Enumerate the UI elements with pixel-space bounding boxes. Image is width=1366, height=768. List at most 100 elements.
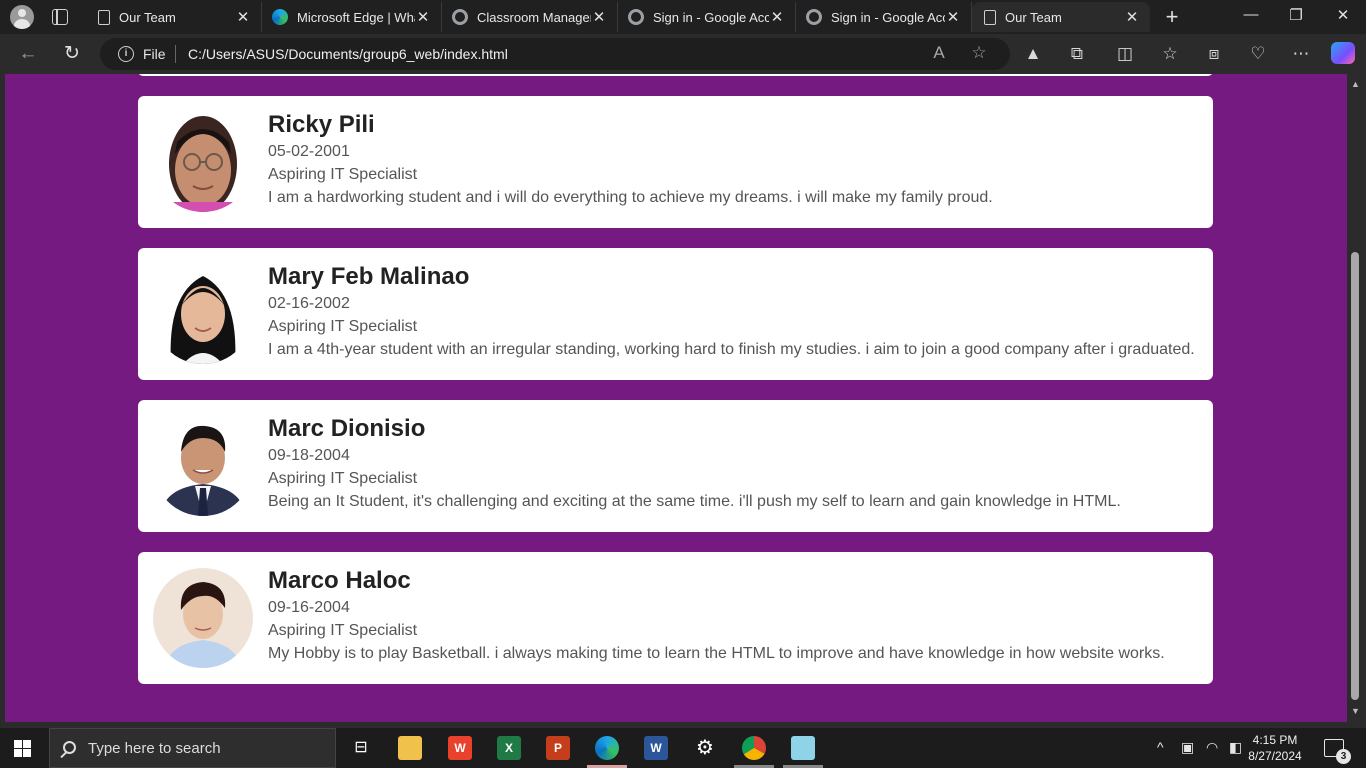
member-name: Ricky Pili: [268, 111, 375, 138]
favorites-icon[interactable]: ☆: [1158, 42, 1182, 66]
member-bio: I am a hardworking student and i will do…: [268, 189, 993, 206]
close-tab-icon[interactable]: ✕: [235, 8, 251, 26]
profile-avatar-icon[interactable]: [10, 5, 34, 29]
member-name: Marco Haloc: [268, 567, 411, 594]
member-info: Marc Dionisio 09-18-2004 Aspiring IT Spe…: [268, 414, 1121, 513]
clock-date: 8/27/2024: [1248, 749, 1302, 763]
minimize-icon[interactable]: —: [1228, 6, 1274, 23]
tab-sign-in-google-1[interactable]: Sign in - Google Acco ✕: [618, 2, 796, 32]
restore-icon[interactable]: ❐: [1273, 6, 1319, 24]
excel-icon[interactable]: X: [497, 736, 521, 760]
member-card: Marc Dionisio 09-18-2004 Aspiring IT Spe…: [138, 400, 1213, 532]
member-birthdate: 02-16-2002: [268, 295, 350, 312]
refresh-icon[interactable]: ↻: [60, 42, 84, 66]
tab-our-team-active[interactable]: Our Team ✕: [972, 2, 1150, 32]
clock-time: 4:15 PM: [1252, 733, 1298, 747]
member-name: Mary Feb Malinao: [268, 263, 470, 290]
member-info: Ricky Pili 05-02-2001 Aspiring IT Specia…: [268, 110, 993, 209]
notepad-app-icon[interactable]: [791, 736, 815, 760]
system-clock[interactable]: 4:15 PM 8/27/2024: [1240, 732, 1310, 764]
tab-microsoft-edge[interactable]: Microsoft Edge | What ✕: [262, 2, 442, 32]
document-icon: [984, 9, 996, 25]
address-bar[interactable]: i File C:/Users/ASUS/Documents/group6_we…: [100, 38, 1010, 70]
wps-office-icon[interactable]: W: [448, 736, 472, 760]
extension-triangle-icon[interactable]: ▲: [1021, 42, 1045, 66]
tab-title: Our Team: [119, 9, 176, 25]
wifi-icon[interactable]: ◠: [1206, 739, 1218, 756]
file-scheme-label[interactable]: File: [143, 46, 166, 62]
member-bio: Being an It Student, it's challenging an…: [268, 493, 1121, 510]
task-view-icon[interactable]: ⊟: [349, 736, 373, 760]
member-name: Marc Dionisio: [268, 415, 426, 442]
collections-icon[interactable]: ⧈: [1202, 42, 1226, 66]
edge-icon: [272, 9, 288, 25]
favorite-star-icon[interactable]: ☆: [968, 43, 990, 63]
meet-now-icon[interactable]: ▣: [1181, 739, 1194, 756]
new-tab-icon[interactable]: +: [1160, 6, 1184, 28]
close-tab-icon[interactable]: ✕: [769, 8, 785, 26]
read-aloud-icon[interactable]: A: [928, 43, 950, 63]
extensions-puzzle-icon[interactable]: ⧉: [1065, 42, 1089, 66]
member-info: Marco Haloc 09-16-2004 Aspiring IT Speci…: [268, 566, 1165, 665]
taskbar: Type here to search ⊟ W X P W ⚙ ^ ▣ ◠ ◧ …: [0, 728, 1366, 768]
page-viewport: Ricky Pili 05-02-2001 Aspiring IT Specia…: [0, 74, 1366, 728]
navigation-bar: ← ↻ i File C:/Users/ASUS/Documents/group…: [0, 34, 1366, 74]
member-role: Aspiring IT Specialist: [268, 166, 418, 183]
member-birthdate: 05-02-2001: [268, 143, 350, 160]
copilot-icon[interactable]: [1331, 42, 1355, 64]
search-icon: [63, 741, 76, 754]
more-menu-icon[interactable]: ⋯: [1289, 42, 1313, 66]
member-birthdate: 09-16-2004: [268, 599, 350, 616]
close-tab-icon[interactable]: ✕: [1124, 8, 1140, 26]
member-card: Ricky Pili 05-02-2001 Aspiring IT Specia…: [138, 96, 1213, 228]
show-hidden-icons-chevron-icon[interactable]: ^: [1157, 739, 1164, 755]
tab-sign-in-google-2[interactable]: Sign in - Google Acco ✕: [796, 2, 972, 32]
scrollbar-thumb[interactable]: [1351, 252, 1359, 700]
taskbar-search-box[interactable]: Type here to search: [49, 728, 336, 768]
tab-actions-icon[interactable]: [52, 9, 68, 25]
member-card: Marco Haloc 09-16-2004 Aspiring IT Speci…: [138, 552, 1213, 684]
member-photo: [153, 112, 253, 212]
member-bio: My Hobby is to play Basketball. i always…: [268, 645, 1165, 662]
member-role: Aspiring IT Specialist: [268, 470, 418, 487]
windows-start-icon[interactable]: [14, 740, 31, 757]
tab-title: Our Team: [1005, 9, 1062, 25]
member-info: Mary Feb Malinao 02-16-2002 Aspiring IT …: [268, 262, 1195, 361]
close-tab-icon[interactable]: ✕: [415, 8, 431, 26]
member-photo: [153, 568, 253, 668]
member-role: Aspiring IT Specialist: [268, 318, 418, 335]
tab-classroom-management[interactable]: Classroom Manageme ✕: [442, 2, 618, 32]
tab-strip: Our Team ✕ Microsoft Edge | What ✕ Class…: [0, 0, 1366, 34]
info-icon[interactable]: i: [118, 46, 134, 62]
browser-essentials-icon[interactable]: ♡: [1246, 42, 1270, 66]
scroll-down-arrow-icon[interactable]: ▼: [1351, 706, 1360, 716]
member-photo: [153, 416, 253, 516]
address-divider: [175, 45, 176, 63]
close-tab-icon[interactable]: ✕: [591, 8, 607, 26]
edge-taskbar-icon[interactable]: [595, 736, 619, 760]
url-text[interactable]: C:/Users/ASUS/Documents/group6_web/index…: [188, 46, 508, 62]
member-photo: [153, 264, 253, 364]
member-role: Aspiring IT Specialist: [268, 622, 418, 639]
powerpoint-icon[interactable]: P: [546, 736, 570, 760]
tab-title: Microsoft Edge | What: [297, 9, 415, 25]
member-birthdate: 09-18-2004: [268, 447, 350, 464]
notification-count-badge: 3: [1336, 749, 1351, 764]
close-window-icon[interactable]: ✕: [1320, 6, 1366, 24]
google-icon: [806, 9, 822, 25]
word-icon[interactable]: W: [644, 736, 668, 760]
tab-our-team[interactable]: Our Team ✕: [86, 2, 262, 32]
search-placeholder: Type here to search: [88, 740, 221, 757]
member-card: Mary Feb Malinao 02-16-2002 Aspiring IT …: [138, 248, 1213, 380]
split-screen-icon[interactable]: ◫: [1113, 42, 1137, 66]
google-icon: [452, 9, 468, 25]
file-explorer-icon[interactable]: [398, 736, 422, 760]
chrome-icon[interactable]: [742, 736, 766, 760]
scroll-up-arrow-icon[interactable]: ▲: [1351, 79, 1360, 89]
team-page: Ricky Pili 05-02-2001 Aspiring IT Specia…: [5, 74, 1347, 722]
close-tab-icon[interactable]: ✕: [945, 8, 961, 26]
settings-gear-icon[interactable]: ⚙: [693, 736, 717, 760]
tab-title: Sign in - Google Acco: [653, 9, 769, 25]
back-arrow-icon[interactable]: ←: [16, 42, 40, 66]
document-icon: [98, 9, 110, 25]
